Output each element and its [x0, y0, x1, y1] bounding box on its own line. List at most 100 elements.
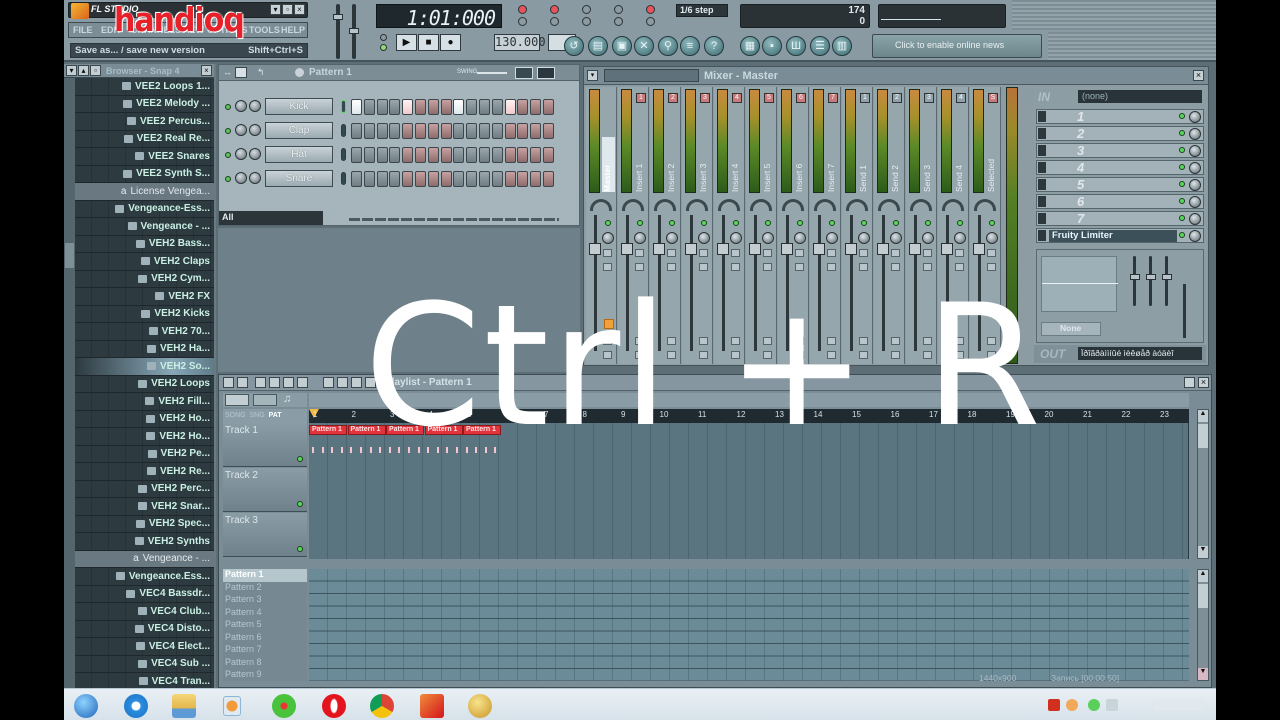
- slot-enable-led[interactable]: [1179, 215, 1185, 221]
- volume-fader-handle[interactable]: [877, 243, 889, 255]
- zoom-tool-button[interactable]: [351, 377, 362, 388]
- step-button[interactable]: [376, 147, 388, 163]
- tray-language-icon[interactable]: [1106, 699, 1118, 711]
- solo-button[interactable]: [699, 249, 708, 257]
- playlist-grid[interactable]: Pattern 1 Pattern 1 Pattern 1 Pattern 1 Patt…: [309, 423, 1189, 559]
- swap-button[interactable]: [859, 263, 868, 271]
- tray-network-icon[interactable]: [1088, 699, 1100, 711]
- step-button[interactable]: [415, 99, 426, 115]
- solo-button[interactable]: [763, 249, 772, 257]
- mixer-strip[interactable]: S Selected: [970, 87, 1001, 364]
- pattern-list-item[interactable]: Pattern 1: [223, 569, 307, 582]
- loop-record-toggle[interactable]: [614, 5, 623, 14]
- pattern-clip[interactable]: Pattern 1: [309, 425, 347, 435]
- browser-item[interactable]: VEH2 Ho...: [75, 410, 214, 428]
- step-button[interactable]: [415, 123, 426, 139]
- pan-knob[interactable]: [922, 232, 934, 244]
- paint-tool-button[interactable]: [269, 377, 280, 388]
- step-button[interactable]: [363, 147, 375, 163]
- channel-name-button[interactable]: Hat: [265, 146, 333, 163]
- step-button[interactable]: [479, 171, 490, 187]
- browser-item[interactable]: VEH2 FX: [75, 288, 214, 306]
- play-button[interactable]: ▶: [396, 34, 417, 51]
- swap-button[interactable]: [891, 263, 900, 271]
- typing-keyboard-toggle[interactable]: [550, 17, 559, 26]
- browser-item[interactable]: VEE2 Real Re...: [75, 130, 214, 148]
- fx-button[interactable]: [987, 351, 996, 359]
- stereo-separation-arc[interactable]: [622, 199, 644, 211]
- fx-button[interactable]: [923, 351, 932, 359]
- volume-fader-handle[interactable]: [749, 243, 761, 255]
- menu-help[interactable]: HELP: [281, 25, 305, 35]
- channel-volume-knob[interactable]: [249, 148, 261, 160]
- step-button[interactable]: [351, 171, 362, 187]
- stereo-separation-arc[interactable]: [974, 199, 996, 211]
- restore-button[interactable]: ▫: [282, 4, 293, 15]
- browser-close-button[interactable]: ×: [201, 65, 212, 76]
- select-tool-button[interactable]: [337, 377, 348, 388]
- step-button[interactable]: [491, 123, 503, 139]
- swap-button[interactable]: [731, 263, 740, 271]
- volume-fader[interactable]: [658, 215, 661, 351]
- mute-led[interactable]: [989, 220, 995, 226]
- step-button[interactable]: [440, 123, 452, 139]
- stop-button[interactable]: ■: [418, 34, 439, 51]
- record-arm-button[interactable]: [763, 337, 772, 345]
- step-button[interactable]: [440, 99, 452, 115]
- volume-fader[interactable]: [818, 215, 821, 351]
- close-button[interactable]: ×: [294, 4, 305, 15]
- browser-item[interactable]: VEH2 70...: [75, 323, 214, 341]
- pan-knob[interactable]: [826, 232, 838, 244]
- swap-button[interactable]: [827, 263, 836, 271]
- solo-button[interactable]: [859, 249, 868, 257]
- step-button[interactable]: [491, 147, 503, 163]
- channel-select-indicator[interactable]: [341, 172, 346, 185]
- mixer-strip[interactable]: 1 Insert 1: [618, 87, 649, 364]
- track-header[interactable]: Track 2: [223, 468, 307, 512]
- mute-led[interactable]: [733, 220, 739, 226]
- pattern-vertical-scrollbar[interactable]: ▲ ▼: [1197, 569, 1209, 681]
- mute-led[interactable]: [701, 220, 707, 226]
- pattern-list-item[interactable]: Pattern 5: [223, 619, 307, 632]
- mixer-strip[interactable]: 4 Send 4: [938, 87, 969, 364]
- swap-button[interactable]: [635, 263, 644, 271]
- solo-button[interactable]: [827, 249, 836, 257]
- browser-up-button[interactable]: ▴: [78, 65, 89, 76]
- volume-fader-handle[interactable]: [909, 243, 921, 255]
- record-arm-button[interactable]: [827, 337, 836, 345]
- record-arm-button[interactable]: [699, 337, 708, 345]
- delete-tool-button[interactable]: [283, 377, 294, 388]
- browser-snap-button[interactable]: ▫: [90, 65, 101, 76]
- preset-select[interactable]: None: [1041, 322, 1101, 336]
- step-button[interactable]: [440, 171, 452, 187]
- fx-slot[interactable]: 1: [1036, 109, 1204, 124]
- step-button[interactable]: [530, 99, 542, 115]
- browser-item[interactable]: VEE2 Synth S...: [75, 165, 214, 183]
- browser-item[interactable]: VEC4 Club...: [75, 603, 214, 621]
- start-button[interactable]: [66, 692, 106, 719]
- step-button[interactable]: [479, 123, 490, 139]
- master-volume-slider[interactable]: [333, 4, 343, 59]
- browser-item[interactable]: VEH2 Cym...: [75, 270, 214, 288]
- browser-item[interactable]: VEH2 Spec...: [75, 515, 214, 533]
- channel-pan-knob[interactable]: [235, 172, 247, 184]
- playback-tool-button[interactable]: [365, 377, 376, 388]
- pattern-clip[interactable]: Pattern 1: [424, 425, 463, 435]
- piano-roll-button[interactable]: Ш: [786, 36, 806, 56]
- tempo-display[interactable]: 130.000: [494, 34, 546, 51]
- mixer-strip[interactable]: 1 Send 1: [842, 87, 873, 364]
- swing-slider[interactable]: [477, 72, 507, 74]
- pan-knob[interactable]: [634, 232, 646, 244]
- fx-slot[interactable]: 2: [1036, 126, 1204, 141]
- notes-button[interactable]: ≡: [680, 36, 700, 56]
- snap-selector[interactable]: 1/6 step: [676, 4, 728, 17]
- fx-button[interactable]: [763, 351, 772, 359]
- solo-button[interactable]: [891, 249, 900, 257]
- mute-tool-button[interactable]: [297, 377, 308, 388]
- pattern-list-item[interactable]: Pattern 3: [223, 594, 307, 607]
- slot-enable-led[interactable]: [1179, 130, 1185, 136]
- solo-button[interactable]: [923, 249, 932, 257]
- mixer-close-button[interactable]: ×: [1193, 70, 1204, 81]
- taskbar-icq[interactable]: [264, 692, 304, 719]
- graph-editor-button[interactable]: [515, 67, 533, 79]
